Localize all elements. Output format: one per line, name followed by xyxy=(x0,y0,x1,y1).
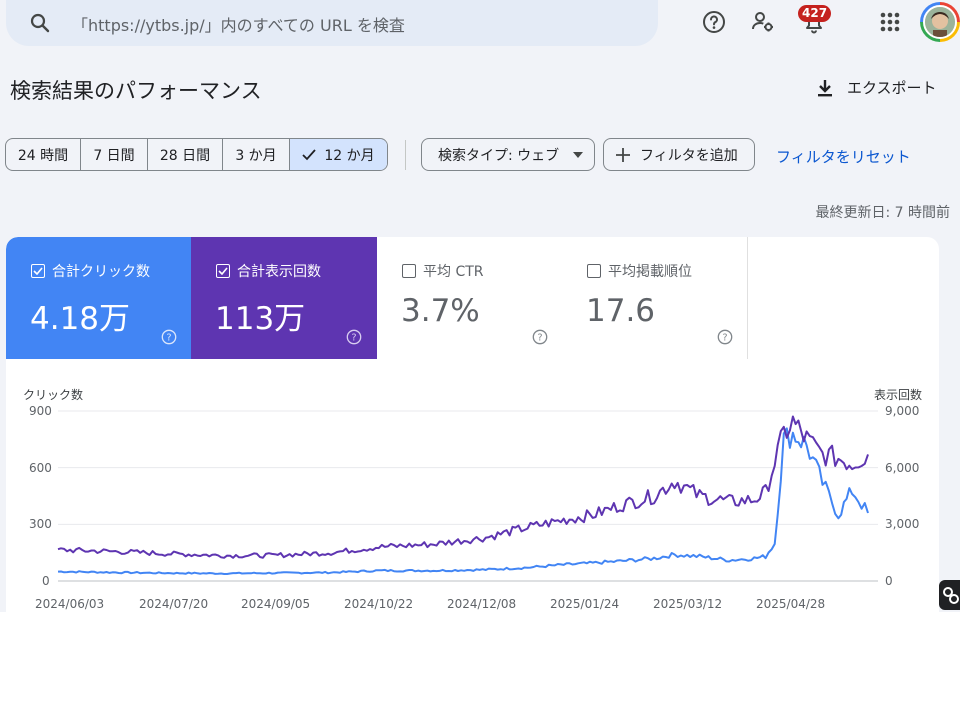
x-axis-tick: 2024/09/05 xyxy=(241,597,311,611)
right-axis-tick: 6,000 xyxy=(885,461,920,475)
date-range-24h[interactable]: 24 時間 xyxy=(6,139,81,170)
svg-text:?: ? xyxy=(166,333,171,344)
left-axis-tick: 0 xyxy=(42,574,50,588)
last-updated-text: 最終更新日: 7 時間前 xyxy=(815,205,950,221)
help-icon[interactable]: ? xyxy=(717,329,733,345)
svg-text:?: ? xyxy=(537,333,542,344)
search-placeholder[interactable]: 「https://ytbs.jp/」内のすべての URL を検査 xyxy=(72,12,405,36)
metric-average-position[interactable]: 平均掲載順位 17.6 ? xyxy=(562,237,748,359)
checkbox-checked-icon[interactable] xyxy=(216,264,230,278)
date-range-selector: 24 時間 7 日間 28 日間 3 か月 12 か月 xyxy=(5,138,388,171)
apps-grid-icon[interactable] xyxy=(877,9,903,35)
x-axis-tick: 2024/12/08 xyxy=(447,597,517,611)
metric-value: 17.6 xyxy=(586,293,656,329)
date-range-label: 12 か月 xyxy=(324,147,375,164)
x-axis-tick: 2024/07/20 xyxy=(139,597,209,611)
left-axis-tick: 900 xyxy=(29,404,52,418)
add-icon xyxy=(616,147,630,162)
page-title: 検索結果のパフォーマンス xyxy=(10,79,262,103)
date-range-28d[interactable]: 28 日間 xyxy=(148,139,223,170)
left-axis-title: クリック数 xyxy=(23,388,84,402)
metric-label-row: 合計表示回数 xyxy=(216,261,321,281)
date-range-3m[interactable]: 3 か月 xyxy=(223,139,290,170)
checkbox-unchecked-icon[interactable] xyxy=(587,264,601,278)
floating-feedback-button[interactable] xyxy=(939,580,960,610)
search-type-label: 検索タイプ: ウェブ xyxy=(438,147,560,164)
date-range-label: 28 日間 xyxy=(159,147,211,164)
metric-label: 平均 CTR xyxy=(423,264,484,280)
notification-count-badge: 427 xyxy=(798,5,832,22)
help-icon[interactable] xyxy=(701,9,727,35)
search-console-performance-page: 「https://ytbs.jp/」内のすべての URL を検査 427 検索結… xyxy=(0,0,960,612)
metric-label-row: 平均掲載順位 xyxy=(587,261,692,281)
metric-label-row: 平均 CTR xyxy=(402,261,484,281)
manage-accounts-icon[interactable] xyxy=(750,9,776,35)
metric-label: 合計クリック数 xyxy=(52,264,150,280)
add-filter-button[interactable]: フィルタを追加 xyxy=(603,138,755,171)
date-range-7d[interactable]: 7 日間 xyxy=(81,139,148,170)
metric-average-ctr[interactable]: 平均 CTR 3.7% ? xyxy=(377,237,563,359)
svg-text:?: ? xyxy=(351,333,356,344)
date-range-label: 3 か月 xyxy=(235,147,277,164)
metric-label: 合計表示回数 xyxy=(237,264,321,280)
export-button[interactable]: エクスポート xyxy=(815,77,937,98)
metric-total-clicks[interactable]: 合計クリック数 4.18万 ? xyxy=(6,237,192,359)
right-axis-tick: 0 xyxy=(885,574,893,588)
metric-value: 3.7% xyxy=(401,293,480,329)
metric-value: 113万 xyxy=(215,301,306,337)
help-icon[interactable]: ? xyxy=(532,329,548,345)
x-axis-tick: 2024/06/03 xyxy=(35,597,105,611)
svg-text:?: ? xyxy=(722,333,727,344)
checkbox-unchecked-icon[interactable] xyxy=(402,264,416,278)
search-type-dropdown[interactable]: 検索タイプ: ウェブ xyxy=(421,138,595,171)
date-range-label: 7 日間 xyxy=(93,147,135,164)
x-axis-tick: 2025/04/28 xyxy=(756,597,826,611)
avatar-photo xyxy=(923,5,957,39)
reset-filters-link[interactable]: フィルタをリセット xyxy=(776,146,911,167)
metric-label: 平均掲載順位 xyxy=(608,264,692,280)
metric-value: 4.18万 xyxy=(30,301,131,337)
date-range-label: 24 時間 xyxy=(17,147,69,164)
x-axis-tick: 2024/10/22 xyxy=(344,597,414,611)
left-axis-tick: 300 xyxy=(29,517,52,531)
left-axis-tick: 600 xyxy=(29,461,52,475)
right-axis-title: 表示回数 xyxy=(874,388,923,402)
right-axis-tick: 9,000 xyxy=(885,404,920,418)
check-icon xyxy=(302,148,317,160)
right-axis-tick: 3,000 xyxy=(885,517,920,531)
url-inspection-search-bar[interactable]: 「https://ytbs.jp/」内のすべての URL を検査 xyxy=(6,0,658,46)
filter-divider xyxy=(405,140,406,170)
user-avatar[interactable] xyxy=(920,2,960,42)
metric-total-impressions[interactable]: 合計表示回数 113万 ? xyxy=(191,237,377,359)
help-icon[interactable]: ? xyxy=(346,329,362,345)
x-axis-tick: 2025/03/12 xyxy=(653,597,723,611)
date-range-12m[interactable]: 12 か月 xyxy=(290,139,387,170)
download-icon xyxy=(818,79,832,96)
export-label: エクスポート xyxy=(847,79,937,97)
dropdown-arrow-icon xyxy=(573,151,584,158)
help-icon[interactable]: ? xyxy=(161,329,177,345)
x-axis-tick: 2025/01/24 xyxy=(550,597,620,611)
add-filter-label: フィルタを追加 xyxy=(640,147,738,164)
search-icon[interactable] xyxy=(28,11,52,35)
link-icon xyxy=(943,587,959,604)
performance-card: 合計クリック数 4.18万 ? 合計表示回数 113万 ? 平均 CTR 3.7… xyxy=(6,237,939,612)
checkbox-checked-icon[interactable] xyxy=(31,264,45,278)
metric-label-row: 合計クリック数 xyxy=(31,261,150,281)
